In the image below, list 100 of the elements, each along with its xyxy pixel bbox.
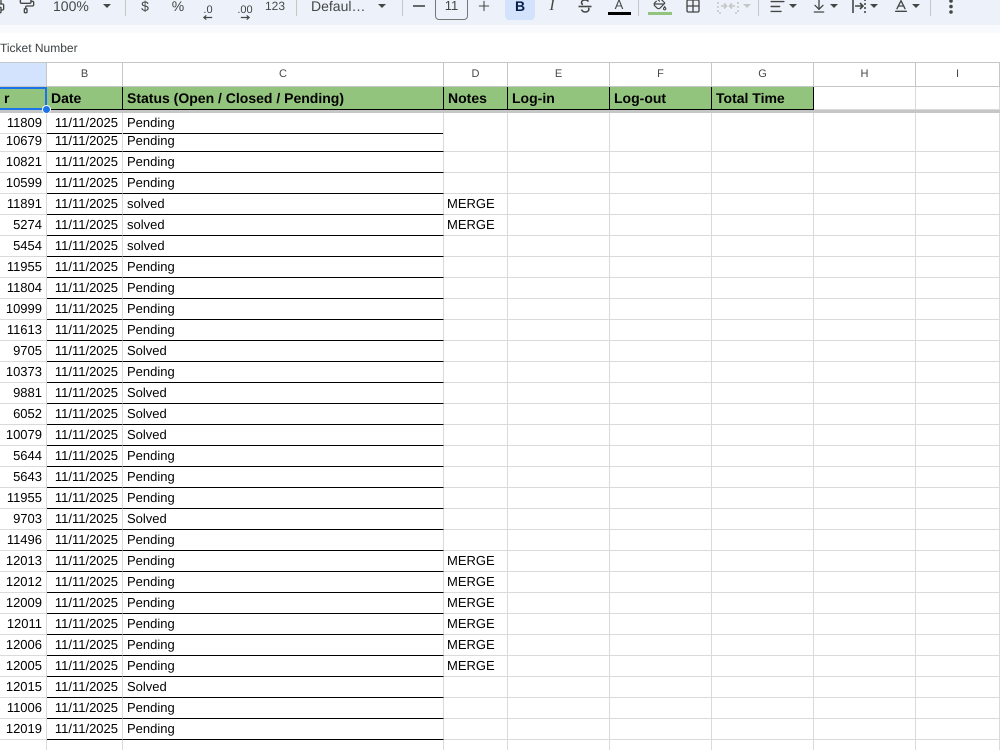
more-icon <box>949 0 953 14</box>
table-cell: 12012 <box>0 572 47 593</box>
table-cell: 11496 <box>0 530 47 551</box>
table-cell: Pending <box>123 131 444 152</box>
table-cell: 10679 <box>0 131 47 152</box>
table-cell: Solved <box>123 341 444 362</box>
table-cell: 11613 <box>0 320 47 341</box>
align-left-icon <box>768 0 786 14</box>
header-cell: Notes <box>444 87 508 110</box>
paint-bucket-icon <box>653 0 667 11</box>
table-cell: Pending <box>123 446 444 467</box>
caret-icon <box>378 4 386 8</box>
column-header[interactable]: I <box>916 63 1000 87</box>
number-format-button[interactable]: % <box>164 0 192 20</box>
table-cell: Pending <box>123 113 444 134</box>
table-cell: 10999 <box>0 299 47 320</box>
table-cell: 11/11/2025 <box>47 572 123 593</box>
left-arrow-icon <box>202 15 214 20</box>
table-cell: 6052 <box>0 404 47 425</box>
table-cell: 11891 <box>0 194 47 215</box>
table-cell: 5644 <box>0 446 47 467</box>
table-cell: Pending <box>123 152 444 173</box>
font-size-field[interactable]: 11 <box>435 0 468 20</box>
header-cell: r <box>0 87 47 110</box>
table-cell: 11/11/2025 <box>47 551 123 572</box>
table-cell: 11/11/2025 <box>47 677 123 698</box>
table-cell: 12015 <box>0 677 47 698</box>
table-cell: Pending <box>123 656 444 677</box>
table-cell: 11/11/2025 <box>47 257 123 278</box>
table-cell: 11/11/2025 <box>47 530 123 551</box>
table-cell: 11/11/2025 <box>47 113 123 134</box>
table-cell: 11/11/2025 <box>47 131 123 152</box>
column-header[interactable]: H <box>814 63 916 87</box>
table-cell: Pending <box>123 551 444 572</box>
table-cell: 10599 <box>0 173 47 194</box>
table-cell: Pending <box>123 173 444 194</box>
table-cell: Pending <box>123 278 444 299</box>
table-cell: solved <box>123 215 444 236</box>
column-header[interactable]: B <box>47 63 123 87</box>
table-cell: Pending <box>123 593 444 614</box>
table-cell: 11809 <box>0 113 47 134</box>
column-header[interactable]: D <box>444 63 508 87</box>
formula-bar-text[interactable]: Ticket Number <box>0 38 78 56</box>
paint-format-icon[interactable] <box>19 0 35 14</box>
header-cell: Date <box>47 87 123 110</box>
caret-icon <box>743 4 751 8</box>
table-cell: Solved <box>123 404 444 425</box>
right-arrow-icon <box>239 15 251 20</box>
table-cell: 11/11/2025 <box>47 383 123 404</box>
borders-icon <box>685 0 701 14</box>
table-cell: 11/11/2025 <box>47 278 123 299</box>
font-dropdown[interactable]: Defaul… <box>305 0 392 20</box>
table-cell: Solved <box>123 425 444 446</box>
table-cell: Solved <box>123 677 444 698</box>
caret-icon <box>830 4 838 8</box>
table-cell: 10373 <box>0 362 47 383</box>
increase-decimal-button[interactable]: .00 <box>229 0 261 20</box>
table-cell: 10079 <box>0 425 47 446</box>
number-format-button[interactable]: $ <box>131 0 159 20</box>
strikethrough-icon <box>577 0 593 14</box>
table-cell: Pending <box>123 698 444 719</box>
plus-icon <box>476 0 492 14</box>
table-cell: 9703 <box>0 509 47 530</box>
table-cell: 11804 <box>0 278 47 299</box>
bold-button[interactable]: B <box>505 0 535 20</box>
table-cell: 11/11/2025 <box>47 299 123 320</box>
table-cell: 10821 <box>0 152 47 173</box>
zoom-dropdown[interactable]: 100% <box>50 0 117 20</box>
table-cell: solved <box>123 194 444 215</box>
table-cell: Pending <box>123 362 444 383</box>
column-header[interactable] <box>0 63 47 87</box>
table-cell: 5454 <box>0 236 47 257</box>
table-cell: Pending <box>123 572 444 593</box>
table-cell: Pending <box>123 614 444 635</box>
table-cell: 11/11/2025 <box>47 152 123 173</box>
table-cell: Pending <box>123 257 444 278</box>
table-cell: 11/11/2025 <box>47 467 123 488</box>
table-cell: 11/11/2025 <box>47 656 123 677</box>
caret-icon <box>788 4 796 8</box>
column-header[interactable]: E <box>508 63 610 87</box>
table-cell: 12009 <box>0 593 47 614</box>
table-cell: 9881 <box>0 383 47 404</box>
caret-icon <box>912 4 920 8</box>
table-cell: 12011 <box>0 614 47 635</box>
table-cell: 11955 <box>0 257 47 278</box>
table-cell: 11/11/2025 <box>47 320 123 341</box>
table-cell: 11/11/2025 <box>47 194 123 215</box>
header-cell: Log-out <box>610 87 712 110</box>
column-header[interactable]: G <box>712 63 814 87</box>
column-header[interactable]: C <box>123 63 444 87</box>
number-format-button[interactable]: 123 <box>261 0 289 20</box>
table-cell: 11006 <box>0 698 47 719</box>
table-cell: 11/11/2025 <box>47 404 123 425</box>
caret-icon <box>103 4 111 8</box>
column-header[interactable]: F <box>610 63 712 87</box>
table-cell: 5643 <box>0 467 47 488</box>
minus-icon <box>413 5 425 7</box>
decrease-decimal-button[interactable]: .0 <box>194 0 222 20</box>
caret-icon <box>870 4 878 8</box>
text-wrap-icon <box>851 0 867 14</box>
